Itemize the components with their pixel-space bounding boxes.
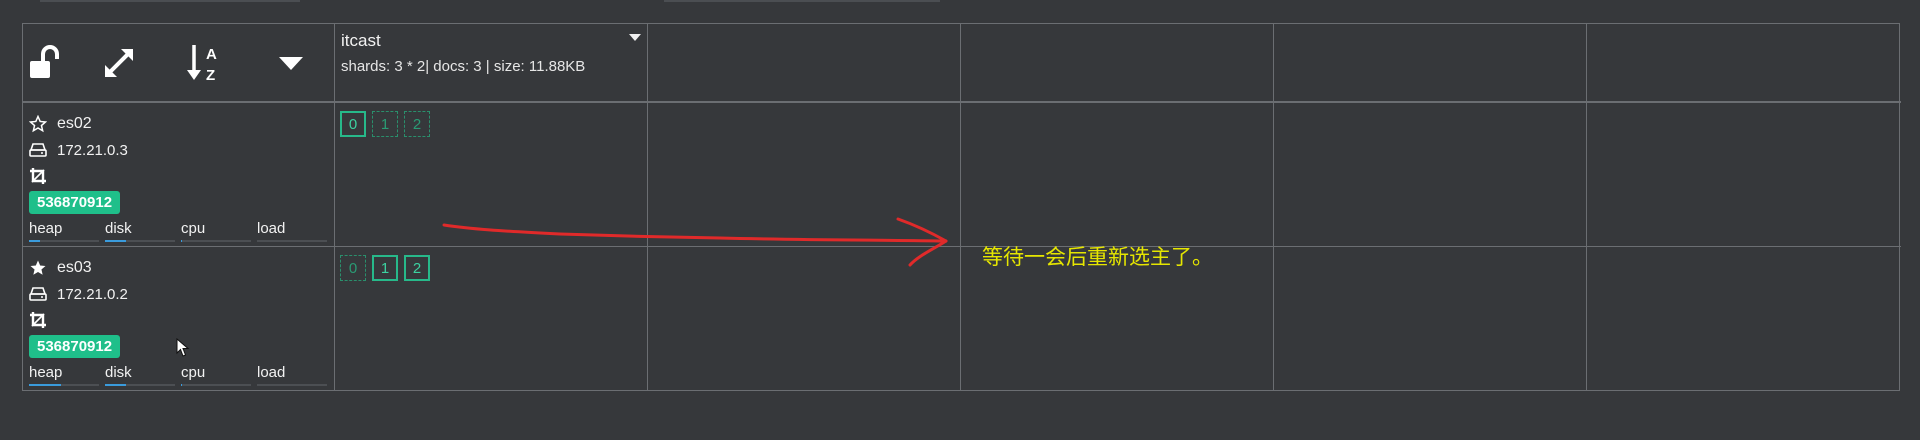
index-name[interactable]: itcast (341, 30, 641, 52)
shard-list: 0 1 2 (335, 247, 647, 289)
metric-heap-fill (29, 384, 61, 386)
node-id-badge: 536870912 (29, 191, 121, 214)
sort-button[interactable]: A Z (162, 33, 248, 93)
hard-drive-icon (29, 287, 49, 301)
caret-down-icon (278, 56, 303, 70)
node-metrics: heap disk cpu load (29, 220, 328, 242)
empty-cell (648, 247, 961, 390)
empty-cell (648, 103, 961, 247)
cluster-grid: A Z itcast shards: 3 * 2| docs: 3 | size… (22, 23, 1901, 391)
sort-alpha-icon: A Z (186, 44, 217, 84)
index-header: itcast shards: 3 * 2| docs: 3 | size: 11… (335, 24, 647, 101)
expand-button[interactable] (76, 33, 162, 93)
menu-dropdown-button[interactable] (248, 33, 334, 93)
node-name[interactable]: es02 (57, 115, 92, 133)
node-id-badge-wrap: 536870912 (29, 189, 328, 214)
empty-cell (1274, 103, 1587, 247)
expand-icon (104, 48, 133, 77)
metric-load: load (257, 220, 333, 242)
unlock-icon (30, 44, 59, 78)
node-ip: 172.21.0.3 (57, 141, 128, 159)
shard-box[interactable]: 0 (340, 255, 366, 281)
empty-cell (961, 103, 1274, 247)
node-name-row: es02 (29, 111, 328, 137)
shard-cell: 0 1 2 (335, 103, 648, 247)
node-cell: es02 172.21.0.3 536870912 heap disk cpu … (23, 103, 335, 247)
metric-cpu: cpu (181, 220, 257, 242)
node-metrics: heap disk cpu load (29, 364, 328, 386)
hard-drive-icon (29, 143, 49, 157)
metric-heap: heap (29, 220, 105, 242)
shard-box[interactable]: 1 (372, 111, 398, 137)
crop-icon (29, 311, 49, 329)
shard-list: 0 1 2 (335, 103, 647, 145)
node-info: es03 172.21.0.2 536870912 heap disk cpu … (23, 247, 334, 390)
node-id-badge: 536870912 (29, 335, 121, 358)
empty-cell (1274, 247, 1587, 390)
shard-cell: 0 1 2 (335, 247, 648, 390)
svg-text:A: A (206, 46, 217, 63)
metric-cpu: cpu (181, 364, 257, 386)
node-ip-row: 172.21.0.3 (29, 137, 328, 163)
shard-box[interactable]: 1 (372, 255, 398, 281)
top-input-stub-right[interactable] (664, 0, 940, 2)
empty-header-cell (961, 24, 1274, 103)
empty-header-cell (1587, 24, 1901, 103)
node-role-row (29, 307, 328, 333)
cluster-overview: A Z itcast shards: 3 * 2| docs: 3 | size… (0, 0, 1920, 440)
node-cell: es03 172.21.0.2 536870912 heap disk cpu … (23, 247, 335, 390)
toolbar-cell: A Z (23, 24, 335, 103)
metric-load: load (257, 364, 333, 386)
node-info: es02 172.21.0.3 536870912 heap disk cpu … (23, 103, 334, 246)
star-filled-icon (29, 259, 49, 277)
metric-disk-fill (105, 240, 126, 242)
metric-heap-fill (29, 240, 40, 242)
node-role-row (29, 163, 328, 189)
star-outline-icon (29, 115, 49, 133)
metric-disk: disk (105, 220, 181, 242)
node-ip-row: 172.21.0.2 (29, 281, 328, 307)
metric-disk: disk (105, 364, 181, 386)
index-header-cell: itcast shards: 3 * 2| docs: 3 | size: 11… (335, 24, 648, 103)
node-name[interactable]: es03 (57, 259, 92, 277)
annotation-text: 等待一会后重新选主了。 (982, 246, 1213, 269)
node-ip: 172.21.0.2 (57, 285, 128, 303)
node-name-row: es03 (29, 255, 328, 281)
metric-cpu-fill (181, 384, 182, 386)
top-input-stub-left[interactable] (40, 0, 300, 2)
index-menu-caret-icon[interactable] (629, 34, 641, 41)
metric-cpu-fill (181, 240, 182, 242)
shard-box[interactable]: 2 (404, 255, 430, 281)
unlock-button[interactable] (27, 33, 76, 93)
metric-heap: heap (29, 364, 105, 386)
toolbar: A Z (23, 24, 334, 101)
crop-icon (29, 167, 49, 185)
shard-box[interactable]: 0 (340, 111, 366, 137)
empty-cell (1587, 103, 1901, 247)
mouse-cursor-icon (176, 338, 190, 357)
metric-disk-fill (105, 384, 126, 386)
index-stats: shards: 3 * 2| docs: 3 | size: 11.88KB (341, 58, 586, 75)
empty-header-cell (1274, 24, 1587, 103)
shard-box[interactable]: 2 (404, 111, 430, 137)
svg-text:Z: Z (206, 67, 215, 84)
empty-header-cell (648, 24, 961, 103)
empty-cell (1587, 247, 1901, 390)
